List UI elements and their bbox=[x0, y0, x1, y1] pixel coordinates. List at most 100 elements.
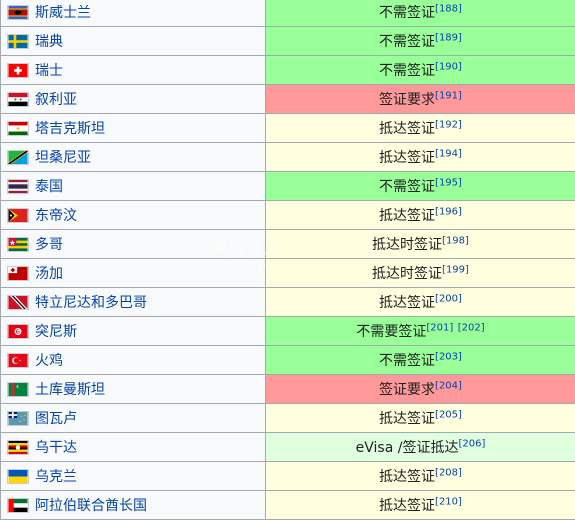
visa-requirement-text: 抵达签证 bbox=[379, 411, 436, 427]
visa-requirement-cell: 抵达签证[196] bbox=[265, 200, 575, 230]
reference-link[interactable]: [210] bbox=[435, 496, 462, 507]
country-link[interactable]: 突尼斯 bbox=[35, 324, 77, 340]
country-cell: 图瓦卢 bbox=[0, 403, 266, 433]
reference-link[interactable]: [206] bbox=[458, 438, 485, 449]
country-cell: 瑞典 bbox=[0, 26, 266, 56]
reference-superscript: [188] bbox=[435, 3, 462, 14]
reference-superscript: [192] bbox=[435, 119, 462, 130]
visa-requirement-cell: 签证要求[191] bbox=[265, 84, 575, 114]
reference-link[interactable]: [196] bbox=[435, 206, 462, 217]
reference-superscript: [196] bbox=[435, 206, 462, 217]
country-link[interactable]: 坦桑尼亚 bbox=[35, 150, 91, 166]
country-link[interactable]: 土库曼斯坦 bbox=[35, 382, 105, 398]
tonga-flag-icon bbox=[7, 265, 29, 281]
reference-link[interactable]: [198] bbox=[442, 235, 469, 246]
reference-superscript: [203] bbox=[435, 351, 462, 362]
table-row: 瑞典 不需签证[189] bbox=[0, 26, 575, 56]
country-link[interactable]: 瑞典 bbox=[35, 34, 63, 50]
switzerland-flag-icon bbox=[7, 62, 29, 78]
country-link[interactable]: 叙利亚 bbox=[35, 92, 77, 108]
uganda-flag-icon bbox=[7, 439, 29, 455]
reference-superscript: [202] bbox=[458, 322, 485, 333]
reference-link[interactable]: [192] bbox=[435, 119, 462, 130]
country-cell: 多哥 bbox=[0, 229, 266, 259]
reference-link[interactable]: [190] bbox=[435, 61, 462, 72]
country-cell: 土库曼斯坦 bbox=[0, 374, 266, 404]
country-cell: 瑞士 bbox=[0, 55, 266, 85]
visa-requirement-text: 不需要签证 bbox=[356, 324, 427, 340]
visa-requirement-cell: 抵达签证[194] bbox=[265, 142, 575, 172]
table-row: 斯威士兰 不需签证[188] bbox=[0, 0, 575, 27]
reference-superscript: [191] bbox=[435, 90, 462, 101]
country-cell: 阿拉伯联合酋长国 bbox=[0, 490, 266, 520]
reference-link[interactable]: [194] bbox=[435, 148, 462, 159]
country-link[interactable]: 塔吉克斯坦 bbox=[35, 121, 105, 137]
reference-link[interactable]: [199] bbox=[442, 264, 469, 275]
reference-link[interactable]: [188] bbox=[435, 3, 462, 14]
country-cell: 泰国 bbox=[0, 171, 266, 201]
tajikistan-flag-icon bbox=[7, 120, 29, 136]
togo-flag-icon bbox=[7, 236, 29, 252]
country-link[interactable]: 汤加 bbox=[35, 266, 63, 282]
visa-requirement-text: 不需签证 bbox=[379, 34, 436, 50]
country-cell: 斯威士兰 bbox=[0, 0, 266, 27]
sweden-flag-icon bbox=[7, 33, 29, 49]
reference-superscript: [205] bbox=[435, 409, 462, 420]
reference-link[interactable]: [191] bbox=[435, 90, 462, 101]
visa-requirement-cell: 抵达签证[200] bbox=[265, 287, 575, 317]
reference-superscript: [195] bbox=[435, 177, 462, 188]
country-link[interactable]: 瑞士 bbox=[35, 63, 63, 79]
visa-requirements-table: 斯威士兰 不需签证[188] 瑞典 不需签证[189] 瑞士 不需签证[190] 叙利亚 签证… bbox=[0, 0, 575, 520]
country-link[interactable]: 斯威士兰 bbox=[35, 5, 91, 21]
country-cell: 坦桑尼亚 bbox=[0, 142, 266, 172]
table-row: 汤加 抵达时签证[199] bbox=[0, 258, 575, 288]
visa-requirement-cell: eVisa /签证抵达[206] bbox=[265, 432, 575, 462]
visa-requirement-text: 签证要求 bbox=[379, 92, 436, 108]
visa-requirement-text: 不需签证 bbox=[379, 63, 436, 79]
visa-requirement-cell: 不需签证[195] bbox=[265, 171, 575, 201]
country-cell: 特立尼达和多巴哥 bbox=[0, 287, 266, 317]
thailand-flag-icon bbox=[7, 178, 29, 194]
country-link[interactable]: 乌克兰 bbox=[35, 469, 77, 485]
visa-requirement-text: 抵达签证 bbox=[379, 295, 436, 311]
country-link[interactable]: 东帝汶 bbox=[35, 208, 77, 224]
reference-link[interactable]: [208] bbox=[435, 467, 462, 478]
visa-requirement-text: 抵达签证 bbox=[379, 121, 436, 137]
table-row: 土库曼斯坦 签证要求[204] bbox=[0, 374, 575, 404]
country-cell: 火鸡 bbox=[0, 345, 266, 375]
country-link[interactable]: 阿拉伯联合酋长国 bbox=[35, 498, 147, 514]
table-row: 东帝汶 抵达签证[196] bbox=[0, 200, 575, 230]
reference-superscript: [189] bbox=[435, 32, 462, 43]
reference-superscript: [194] bbox=[435, 148, 462, 159]
country-cell: 突尼斯 bbox=[0, 316, 266, 346]
reference-link[interactable]: [205] bbox=[435, 409, 462, 420]
country-link[interactable]: 火鸡 bbox=[35, 353, 63, 369]
table-row: 泰国 不需签证[195] bbox=[0, 171, 575, 201]
east-timor-flag-icon bbox=[7, 207, 29, 223]
reference-superscript: [206] bbox=[458, 438, 485, 449]
reference-link[interactable]: [204] bbox=[435, 380, 462, 391]
country-link[interactable]: 乌干达 bbox=[35, 440, 77, 456]
reference-link[interactable]: [202] bbox=[458, 322, 485, 333]
visa-requirement-text: 抵达签证 bbox=[379, 498, 436, 514]
country-link[interactable]: 特立尼达和多巴哥 bbox=[35, 295, 147, 311]
visa-requirement-cell: 不需签证[190] bbox=[265, 55, 575, 85]
reference-link[interactable]: [189] bbox=[435, 32, 462, 43]
table-row: 图瓦卢 抵达签证[205] bbox=[0, 403, 575, 433]
country-link[interactable]: 图瓦卢 bbox=[35, 411, 77, 427]
reference-link[interactable]: [201] bbox=[426, 322, 453, 333]
visa-requirement-text: 不需签证 bbox=[379, 353, 436, 369]
country-link[interactable]: 泰国 bbox=[35, 179, 63, 195]
visa-requirement-cell: 抵达时签证[198] bbox=[265, 229, 575, 259]
reference-superscript: [200] bbox=[435, 293, 462, 304]
country-link[interactable]: 多哥 bbox=[35, 237, 63, 253]
reference-link[interactable]: [203] bbox=[435, 351, 462, 362]
reference-link[interactable]: [200] bbox=[435, 293, 462, 304]
turkey-flag-icon bbox=[7, 352, 29, 368]
table-row: 乌克兰 抵达签证[208] bbox=[0, 461, 575, 491]
table-row: 阿拉伯联合酋长国 抵达签证[210] bbox=[0, 490, 575, 520]
reference-superscript: [201] bbox=[426, 322, 453, 333]
reference-superscript: [198] bbox=[442, 235, 469, 246]
reference-link[interactable]: [195] bbox=[435, 177, 462, 188]
reference-superscript: [190] bbox=[435, 61, 462, 72]
